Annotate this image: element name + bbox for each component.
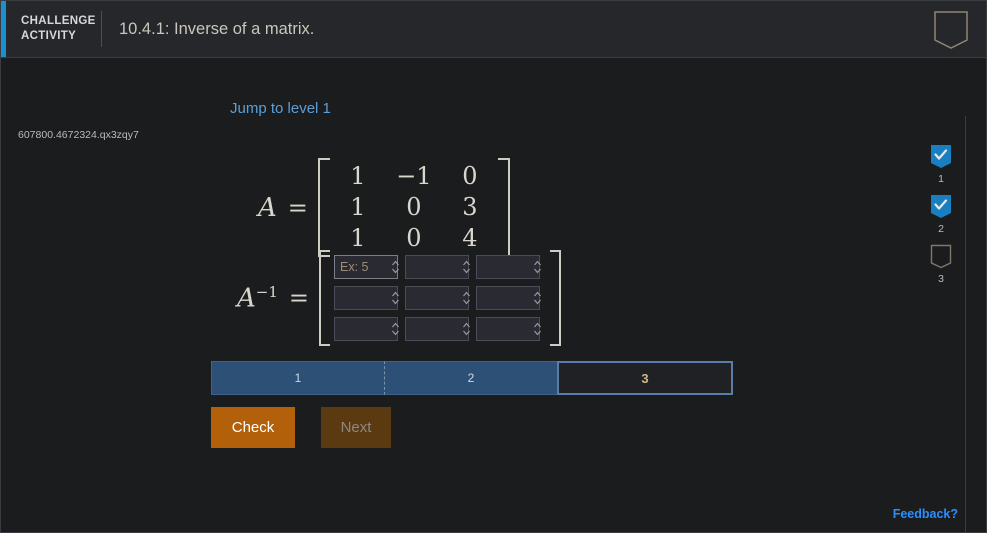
- feedback-link[interactable]: Feedback?: [893, 507, 958, 521]
- progress-bar: 1 2 3: [211, 361, 733, 395]
- answer-cell-0-1: [405, 255, 475, 279]
- rail-item-1[interactable]: 1: [930, 144, 952, 185]
- kicker-line-1: CHALLENGE: [21, 15, 96, 27]
- matrix-a-inverse-answer: A−1 =: [237, 250, 562, 346]
- bookmark-outline-icon[interactable]: [933, 10, 969, 50]
- matrix-cell: 1: [350, 193, 366, 221]
- answer-input[interactable]: [334, 255, 399, 279]
- matrix-a-equals: =: [287, 193, 308, 222]
- matrix-a-grid: 1 −1 0 1 0 3 1 0 4: [330, 158, 498, 257]
- matrix-cell: −1: [396, 162, 432, 190]
- answer-cell-0-0: [334, 255, 404, 279]
- answer-cell-2-1: [405, 317, 475, 341]
- action-buttons: Check Next: [211, 407, 391, 448]
- answer-input[interactable]: [476, 286, 541, 310]
- answer-cell-2-0: [334, 317, 404, 341]
- matrix-cell: 3: [462, 193, 478, 221]
- matrix-cell: 1: [350, 162, 366, 190]
- matrix-inverse-label: A−1: [237, 282, 278, 314]
- kicker-line-2: ACTIVITY: [21, 30, 77, 42]
- answer-input[interactable]: [476, 317, 541, 341]
- answer-input[interactable]: [405, 255, 470, 279]
- answer-input[interactable]: [334, 317, 399, 341]
- activity-header: CHALLENGE ACTIVITY 10.4.1: Inverse of a …: [1, 1, 986, 58]
- answer-cell-1-2: [476, 286, 546, 310]
- progress-step-3[interactable]: 3: [557, 361, 733, 395]
- activity-body: 607800.4672324.qx3zqy7 Jump to level 1 A…: [1, 58, 986, 532]
- rail-item-3[interactable]: 3: [930, 244, 952, 285]
- answer-input-grid: [330, 250, 550, 346]
- matrix-a-label: A: [258, 192, 277, 223]
- answer-input[interactable]: [334, 286, 399, 310]
- check-button[interactable]: Check: [211, 407, 295, 448]
- header-divider: [101, 11, 102, 47]
- rail-number: 1: [938, 173, 944, 185]
- left-bracket: [319, 250, 331, 346]
- answer-input[interactable]: [405, 286, 470, 310]
- answer-cell-1-0: [334, 286, 404, 310]
- question-id: 607800.4672324.qx3zqy7: [18, 129, 139, 141]
- rail-divider: [965, 116, 966, 532]
- challenge-activity-window: CHALLENGE ACTIVITY 10.4.1: Inverse of a …: [0, 0, 987, 533]
- answer-cell-0-2: [476, 255, 546, 279]
- answer-cell-1-1: [405, 286, 475, 310]
- matrix-cell: 0: [406, 193, 422, 221]
- header-accent-bar: [1, 1, 6, 57]
- level-progress-rail: 1 2 3: [920, 144, 962, 294]
- next-button: Next: [321, 407, 391, 448]
- progress-step-1[interactable]: 1: [211, 361, 384, 395]
- answer-input[interactable]: [405, 317, 470, 341]
- progress-step-2[interactable]: 2: [384, 361, 557, 395]
- answer-input[interactable]: [476, 255, 541, 279]
- rail-item-2[interactable]: 2: [930, 194, 952, 235]
- bookmark-check-icon: [931, 145, 951, 168]
- challenge-activity-kicker: CHALLENGE ACTIVITY: [21, 14, 96, 44]
- bookmark-check-icon: [931, 195, 951, 218]
- matrix-cell: 0: [462, 162, 478, 190]
- right-bracket: [550, 250, 562, 346]
- answer-cell-2-2: [476, 317, 546, 341]
- page-title: 10.4.1: Inverse of a matrix.: [119, 19, 315, 38]
- left-bracket: [317, 158, 330, 257]
- jump-to-level-link[interactable]: Jump to level 1: [230, 100, 331, 117]
- matrix-inverse-equals: =: [288, 284, 310, 312]
- matrix-a-display: A = 1 −1 0 1 0 3 1 0 4: [258, 158, 510, 257]
- rail-number: 3: [938, 273, 944, 285]
- right-bracket: [497, 158, 510, 257]
- bookmark-outline-icon: [930, 244, 952, 269]
- rail-number: 2: [938, 223, 944, 235]
